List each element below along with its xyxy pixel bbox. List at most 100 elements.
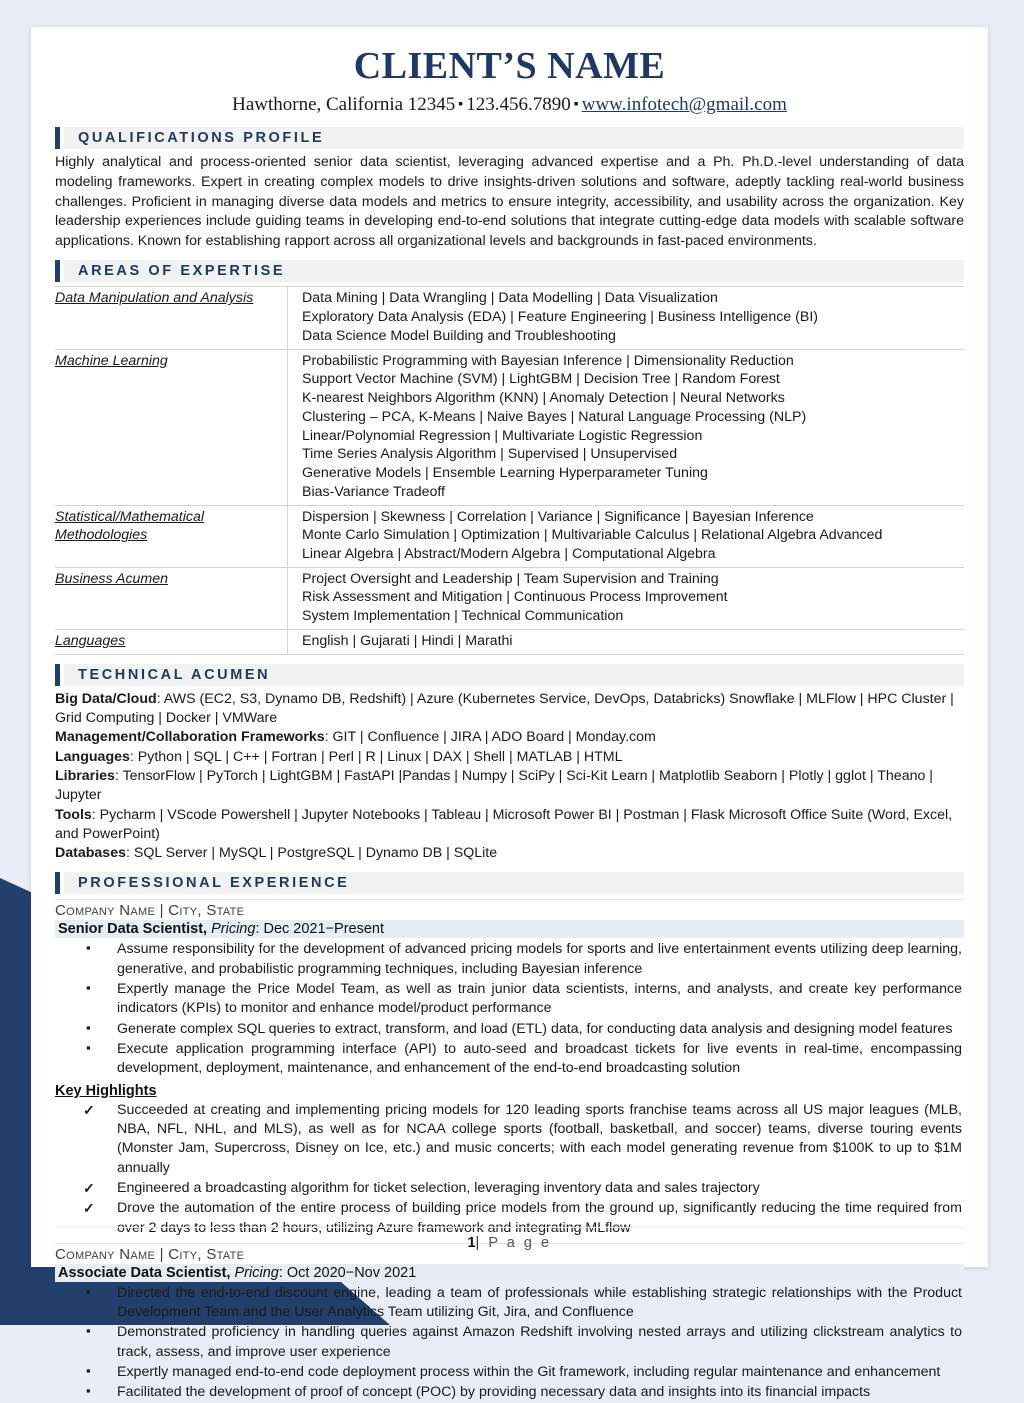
technical-acumen-value: : Python | SQL | C++ | Fortran | Perl | … [129,748,623,765]
expertise-item-line: Project Oversight and Leadership | Team … [302,570,719,587]
technical-acumen-label: Tools [55,806,92,823]
expertise-row: Languages English | Gujarati | Hindi | Ma… [55,629,965,655]
experience-job-title: Senior Data Scientist, [58,921,208,938]
key-highlights-list: Succeeded at creating and implementing p… [55,1101,964,1238]
experience-bullet: Assume responsibility for the developmen… [55,939,964,979]
expertise-category-label: Languages [55,632,126,649]
footer-separator: | [475,1235,482,1251]
expertise-item-line: Linear Algebra | Abstract/Modern Algebra… [302,546,716,562]
contact-phone: 123.456.7890 [466,93,571,115]
experience-job-dates: : Oct 2020−Nov 2021 [278,1264,417,1281]
section-title-qualifications: QUALIFICATIONS PROFILE [64,127,964,150]
expertise-category: Languages [55,629,288,655]
expertise-item-line: Data Mining | Data Wrangling | Data Mode… [302,290,718,307]
qualifications-paragraph: Highly analytical and process-oriented s… [55,154,964,249]
expertise-item-line: Generative Models | Ensemble Learning Hy… [302,465,708,482]
experience-job-line: Senior Data Scientist, Pricing: Dec 2021… [55,920,964,939]
technical-acumen-row: Tools: Pycharm | VScode Powershell | Jup… [55,806,964,845]
experience-bullet: Expertly manage the Price Model Team, as… [55,979,964,1019]
experience-bullet-list: Directed the end-to-end discount engine,… [55,1283,964,1403]
expertise-row: Machine Learning Probabilistic Programmin… [55,349,965,506]
section-header-areas-of-expertise: AREAS OF EXPERTISE [55,260,964,283]
expertise-item-line: Risk Assessment and Mitigation | Continu… [302,589,728,606]
expertise-category-label: Statistical/Mathematical Methodologies [55,508,205,544]
expertise-item-line: K-nearest Neighbors Algorithm (KNN) | An… [302,390,785,407]
experience-bullet: Expertly managed end-to-end code deploym… [55,1362,964,1382]
expertise-item-line: Monte Carlo Simulation | Optimization | … [302,527,883,544]
section-header-professional-experience: PROFESSIONAL EXPERIENCE [55,872,964,895]
expertise-item-line: Data Science Model Building and Troubles… [302,327,616,344]
document-header: CLIENT’S NAME Hawthorne, California 1234… [55,45,964,118]
technical-acumen-label: Databases [55,845,126,862]
key-highlights-label: Key Highlights [55,1082,157,1099]
expertise-row: Business Acumen Project Oversight and Lea… [55,567,965,630]
expertise-item-line: Exploratory Data Analysis (EDA) | Featur… [302,309,818,326]
technical-acumen-value: : SQL Server | MySQL | PostgreSQL | Dyna… [125,845,498,862]
experience-entry: Company Name | City, State Senior Data Sc… [55,899,964,1237]
section-marker-icon [55,872,64,895]
technical-acumen-label: Big Data/Cloud [55,690,157,707]
expertise-item-line: Time Series Analysis Algorithm | Supervi… [302,446,678,463]
experience-bullet-list: Assume responsibility for the developmen… [55,939,964,1079]
key-highlight-item: Succeeded at creating and implementing p… [55,1101,964,1178]
experience-job-department: Pricing [230,1264,279,1281]
contact-line: Hawthorne, California 12345 ▪ 123.456.7890… [55,94,964,117]
technical-acumen-value: : Pycharm | VScode Powershell | Jupyter … [55,806,953,842]
page-footer: 1| P a g e [55,1227,964,1251]
expertise-row: Data Manipulation and Analysis Data Minin… [55,286,964,350]
contact-location: Hawthorne, California 12345 [232,93,456,115]
experience-company-line: Company Name | City, State [55,899,964,919]
technical-acumen-value: : TensorFlow | PyTorch | LightGBM | Fast… [55,767,933,804]
section-header-qualifications: QUALIFICATIONS PROFILE [55,127,964,150]
expertise-category: Data Manipulation and Analysis [55,286,288,350]
experience-entry: Company Name | City, State Associate Data… [55,1242,964,1403]
expertise-category-label: Machine Learning [55,352,168,369]
resume-page: CLIENT’S NAME Hawthorne, California 1234… [31,27,988,1400]
expertise-category: Statistical/Mathematical Methodologies [55,505,288,568]
expertise-category: Machine Learning [55,349,288,506]
professional-experience-list: Company Name | City, State Senior Data Sc… [55,899,964,1402]
expertise-category-label: Data Manipulation and Analysis [55,290,254,307]
expertise-item-line: Probabilistic Programming with Bayesian … [302,352,794,369]
technical-acumen-row: Management/Collaboration Frameworks: GIT… [55,728,964,747]
section-marker-icon [55,127,64,150]
expertise-items: Dispersion | Skewness | Correlation | Va… [288,505,965,567]
experience-bullet: Execute application programming interfac… [55,1039,964,1079]
experience-job-line: Associate Data Scientist, Pricing: Oct 2… [55,1263,964,1282]
contact-separator-1: ▪ [458,96,464,112]
experience-job-title: Associate Data Scientist, [58,1264,231,1281]
experience-bullet: Directed the end-to-end discount engine,… [55,1283,964,1323]
expertise-items: English | Gujarati | Hindi | Marathi [288,629,965,654]
experience-bullet: Facilitated the development of proof of … [55,1382,964,1402]
expertise-item-line: System Implementation | Technical Commun… [302,608,624,625]
technical-acumen-label: Languages [55,748,130,765]
section-title-professional-experience: PROFESSIONAL EXPERIENCE [64,872,964,895]
experience-job-department: Pricing [207,921,256,938]
expertise-item-line: English | Gujarati | Hindi | Marathi [302,632,513,649]
section-title-areas-of-expertise: AREAS OF EXPERTISE [64,260,964,283]
footer-page-number: 1 [467,1235,476,1251]
expertise-items: Project Oversight and Leadership | Team … [288,567,965,629]
technical-acumen-row: Databases: SQL Server | MySQL | PostgreS… [55,844,964,863]
expertise-items: Probabilistic Programming with Bayesian … [288,349,965,505]
technical-acumen-value: : GIT | Confluence | JIRA | ADO Board | … [324,729,656,746]
expertise-item-line: Dispersion | Skewness | Correlation | Va… [302,508,814,525]
technical-acumen-label: Libraries [55,767,115,784]
expertise-row: Statistical/Mathematical Methodologies Di… [55,505,965,568]
expertise-item-line: Clustering – PCA, K-Means | Naive Bayes … [302,408,807,425]
technical-acumen-list: Big Data/Cloud: AWS (EC2, S3, Dynamo DB,… [55,690,964,864]
page-title: CLIENT’S NAME [353,45,666,87]
footer-label: P a g e [488,1235,552,1251]
areas-of-expertise-table: Data Manipulation and Analysis Data Minin… [55,286,965,655]
expertise-item-line: Bias-Variance Tradeoff [302,483,446,500]
contact-email-link[interactable]: www.infotech@gmail.com [582,94,787,115]
expertise-category: Business Acumen [55,567,288,630]
section-marker-icon [55,260,64,283]
technical-acumen-value: : AWS (EC2, S3, Dynamo DB, Redshift) | A… [55,690,954,726]
section-marker-icon [55,663,64,686]
experience-job-dates: : Dec 2021−Present [255,921,385,938]
section-header-technical-acumen: TECHNICAL ACUMEN [55,663,964,686]
technical-acumen-label: Management/Collaboration Frameworks [55,729,325,746]
section-title-technical-acumen: TECHNICAL ACUMEN [64,663,964,686]
experience-bullet: Demonstrated proficiency in handling que… [55,1322,964,1362]
